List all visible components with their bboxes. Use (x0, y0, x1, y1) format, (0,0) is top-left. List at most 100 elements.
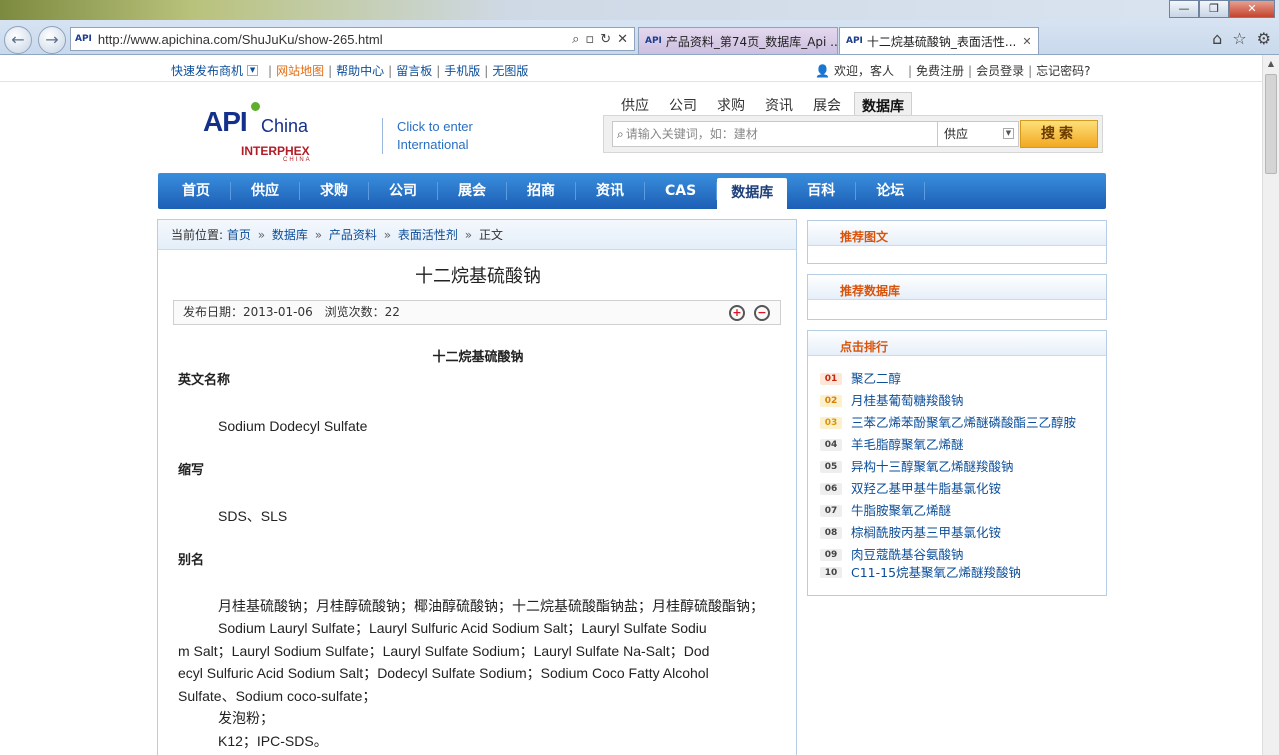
compat-view-icon[interactable]: ▫ (585, 32, 594, 47)
title-bar (0, 0, 1279, 20)
list-item[interactable]: 09 肉豆蔻酰基谷氨酸钠 (820, 542, 1106, 564)
vertical-scrollbar[interactable]: ▲ (1262, 55, 1279, 755)
tab-sds[interactable]: API 十二烷基硫酸钠_表面活性... ✕ (839, 27, 1039, 54)
international-link[interactable]: Click to enter International (397, 118, 473, 154)
nav-news[interactable]: 资讯 (576, 182, 645, 200)
breadcrumb-database[interactable]: 数据库 (272, 228, 308, 242)
article-info-bar: 发布日期：2013-01-06 浏览次数：22 + − (173, 300, 781, 325)
tab-title: 产品资料_第74页_数据库_Api ... (665, 34, 838, 49)
help-center-link[interactable]: 帮助中心 (336, 62, 384, 79)
tab-title: 十二烷基硫酸钠_表面活性... (866, 34, 1017, 49)
back-button[interactable]: ← (4, 26, 32, 54)
nav-forum[interactable]: 论坛 (856, 182, 926, 200)
section-english-name: 英文名称 (178, 372, 231, 388)
minimize-button[interactable]: — (1169, 0, 1199, 18)
alias-k12-text: K12；IPC-SDS。 (218, 732, 328, 749)
home-icon[interactable]: ⌂ (1212, 29, 1222, 48)
stop-icon[interactable]: ✕ (617, 32, 628, 47)
rank-item-link[interactable]: 肉豆蔻酰基谷氨酸钠 (851, 544, 964, 563)
address-bar[interactable]: API http://www.apichina.com/ShuJuKu/show… (70, 27, 635, 51)
forgot-password-link[interactable]: 忘记密码? (1036, 62, 1090, 79)
chevron-down-icon[interactable]: ▼ (247, 65, 259, 76)
views-count: 22 (384, 305, 400, 319)
breadcrumb-home[interactable]: 首页 (227, 228, 251, 242)
scroll-thumb[interactable] (1265, 74, 1277, 174)
refresh-icon[interactable]: ↻ (600, 32, 611, 47)
nav-investment[interactable]: 招商 (507, 182, 576, 200)
zoom-in-icon[interactable]: + (729, 305, 745, 321)
list-item[interactable]: 07 牛脂胺聚氧乙烯醚 (820, 498, 1106, 520)
list-item[interactable]: 02 月桂基葡萄糖羧酸钠 (820, 388, 1106, 410)
register-link[interactable]: 免费注册 (916, 62, 964, 79)
search-button[interactable]: 搜索 (1020, 120, 1098, 148)
abbreviation-text: SDS、SLS (218, 507, 288, 524)
list-item[interactable]: 08 棕榈酰胺丙基三甲基氯化铵 (820, 520, 1106, 542)
logo-interphex-text: INTERPHEX (241, 144, 310, 158)
breadcrumb-surfactant[interactable]: 表面活性剂 (398, 228, 458, 242)
close-tab-icon[interactable]: ✕ (1022, 35, 1031, 48)
rank-item-link[interactable]: 牛脂胺聚氧乙烯醚 (851, 500, 951, 519)
list-item[interactable]: 05 异构十三醇聚氧乙烯醚羧酸钠 (820, 454, 1106, 476)
forward-button[interactable]: → (38, 26, 66, 54)
maximize-button[interactable]: ❐ (1199, 0, 1229, 18)
gear-icon[interactable]: ⚙ (1257, 29, 1271, 48)
quick-publish-link[interactable]: 快速发布商机 (171, 62, 243, 79)
list-item[interactable]: 04 羊毛脂醇聚氧乙烯醚 (820, 432, 1106, 454)
tab-favicon-icon: API (645, 36, 662, 46)
rank-item-link[interactable]: 异构十三醇聚氧乙烯醚羧酸钠 (851, 456, 1014, 475)
close-window-button[interactable]: ✕ (1229, 0, 1275, 18)
rank-number: 07 (820, 505, 842, 517)
rank-item-link[interactable]: 棕榈酰胺丙基三甲基氯化铵 (851, 522, 1001, 541)
nav-exhibition[interactable]: 展会 (438, 182, 507, 200)
scroll-up-arrow-icon[interactable]: ▲ (1263, 55, 1279, 72)
logo-divider (382, 118, 383, 154)
rank-item-link[interactable]: C11-15烷基聚氧乙烯醚羧酸钠 (851, 564, 1021, 579)
rank-item-link[interactable]: 羊毛脂醇聚氧乙烯醚 (851, 434, 964, 453)
rank-number: 05 (820, 461, 842, 473)
zoom-out-icon[interactable]: − (754, 305, 770, 321)
nav-purchase[interactable]: 求购 (300, 182, 369, 200)
nav-cas[interactable]: CAS (645, 182, 718, 200)
english-name-text: Sodium Dodecyl Sulfate (218, 417, 368, 434)
nav-home[interactable]: 首页 (162, 182, 231, 200)
top-links-right: 👤 欢迎，客人 | 免费注册 | 会员登录 | 忘记密码? (815, 62, 1091, 79)
login-link[interactable]: 会员登录 (976, 62, 1024, 79)
list-item[interactable]: 01 聚乙二醇 (820, 366, 1106, 388)
mobile-link[interactable]: 手机版 (444, 62, 480, 79)
publish-label: 发布日期： (183, 305, 244, 319)
breadcrumb-product-data[interactable]: 产品资料 (329, 228, 377, 242)
rank-item-link[interactable]: 月桂基葡萄糖羧酸钠 (851, 390, 964, 409)
nav-database[interactable]: 数据库 (717, 178, 788, 209)
url-text[interactable]: http://www.apichina.com/ShuJuKu/show-265… (98, 32, 572, 47)
nav-company[interactable]: 公司 (369, 182, 438, 200)
list-item[interactable]: 06 双羟乙基甲基牛脂基氯化铵 (820, 476, 1106, 498)
search-input[interactable]: ⌕ 请输入关键词，如：建材 (612, 121, 938, 147)
recommended-images-box: 推荐图文 (807, 220, 1107, 264)
tab-favicon-icon: API (846, 36, 863, 46)
search-icon[interactable]: ⌕ (572, 32, 579, 47)
nav-encyclopedia[interactable]: 百科 (787, 182, 857, 200)
breadcrumb-label: 当前位置: (171, 228, 224, 242)
recommended-images-title: 推荐图文 (840, 230, 889, 244)
rank-item-link[interactable]: 聚乙二醇 (851, 368, 901, 387)
list-item[interactable]: 03 三苯乙烯苯酚聚氧乙烯醚磷酸酯三乙醇胺 (820, 410, 1106, 432)
rank-item-link[interactable]: 双羟乙基甲基牛脂基氯化铵 (851, 478, 1001, 497)
guestbook-link[interactable]: 留言板 (396, 62, 432, 79)
tab-product-data[interactable]: API 产品资料_第74页_数据库_Api ... (638, 27, 838, 54)
sitemap-link[interactable]: 网站地图 (276, 62, 324, 79)
search-category-select[interactable]: 供应 ▼ (937, 121, 1019, 147)
article-title: 十二烷基硫酸钠 (415, 266, 541, 287)
nav-supply[interactable]: 供应 (231, 182, 300, 200)
search-select-value: 供应 (944, 127, 969, 141)
recommended-database-box: 推荐数据库 (807, 274, 1107, 320)
site-logo[interactable]: API China INTERPHEX CHINA (203, 102, 333, 164)
user-icon: 👤 (815, 63, 830, 78)
no-image-link[interactable]: 无图版 (492, 62, 528, 79)
back-arrow-icon: ← (11, 30, 25, 49)
section-abbreviation: 缩写 (178, 462, 205, 478)
browser-chrome: — ❐ ✕ ← → API http://www.apichina.com/Sh… (0, 0, 1279, 55)
rank-item-link[interactable]: 三苯乙烯苯酚聚氧乙烯醚磷酸酯三乙醇胺 (851, 412, 1076, 431)
window-controls: — ❐ ✕ (1169, 0, 1275, 18)
favorites-star-icon[interactable]: ☆ (1232, 29, 1246, 48)
list-item[interactable]: 10 C11-15烷基聚氧乙烯醚羧酸钠 (820, 564, 1106, 578)
